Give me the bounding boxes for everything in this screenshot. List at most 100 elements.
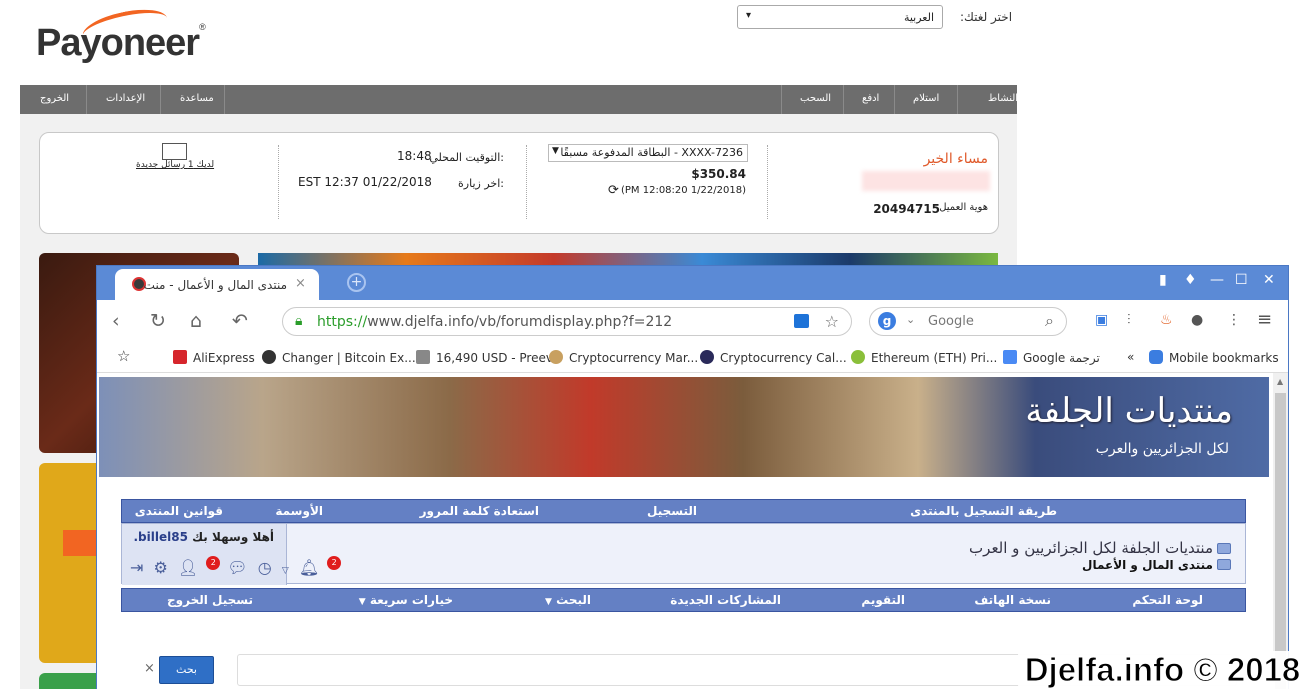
language-select-value: العربية [903, 11, 934, 24]
banner-subtitle: لكل الجزائريين والعرب [1095, 441, 1229, 457]
nav-logout[interactable]: الخروج [40, 93, 69, 104]
bookmark-crypto-calc[interactable]: Cryptocurrency Cal... [700, 350, 847, 365]
scroll-up-icon[interactable]: ▲ [1277, 377, 1283, 386]
url-protocol: https:// [317, 314, 368, 330]
bookmark-star-icon[interactable]: ☆ [825, 312, 839, 331]
breadcrumb-root[interactable]: منتديات الجلفة لكل الجزائريين و العرب [969, 539, 1231, 557]
chevron-down-icon: ▼ [552, 146, 559, 156]
crypto-market-icon [549, 350, 563, 364]
username[interactable]: billel85. [133, 530, 187, 544]
new-messages-link[interactable]: لديك 1 رسائل جديدة [136, 160, 214, 170]
language-select[interactable]: العربية ▾ [737, 5, 943, 29]
bitcoin-icon [416, 350, 430, 364]
close-window-icon[interactable]: ✕ [1263, 272, 1275, 288]
nav-help[interactable]: مساعدة [180, 93, 214, 104]
nav-medals[interactable]: الأوسمة [275, 504, 323, 518]
bookmark-mobile[interactable]: Mobile bookmarks [1149, 350, 1279, 365]
local-time-label: التوقيت المحلي: [429, 151, 504, 164]
payoneer-header: Payoneer® اختر لغتك: العربية ▾ [0, 0, 1312, 85]
promo-tile-yellow[interactable] [39, 463, 97, 663]
bell-icon[interactable]: 🔔︎ 2 [299, 556, 342, 578]
bookmark-preev[interactable]: 16,490 USD - Preev [416, 350, 553, 365]
last-visit-label: اخر زيارة: [458, 177, 504, 190]
scrollbar-thumb[interactable] [1275, 393, 1286, 689]
gear-icon[interactable]: ⚙ [154, 558, 168, 577]
payoneer-logo[interactable]: Payoneer® [36, 3, 206, 65]
chevron-down-icon: ▼ [545, 597, 552, 607]
search-button[interactable]: بحث [159, 656, 214, 684]
scrollbar[interactable]: ▲ [1273, 373, 1288, 689]
screen: Payoneer® اختر لغتك: العربية ▾ النشاط اس… [0, 0, 1312, 689]
browser-tab[interactable]: منتدى المال و الأعمال - منت × [115, 269, 319, 300]
nav-control-panel[interactable]: لوحة التحكم [1132, 593, 1203, 607]
browser-toolbar: ‹ ↻ ⌂ ↶ 🔒︎ https://www.djelfa.info/vb/fo… [97, 300, 1288, 342]
clock-icon[interactable]: ◷ [258, 558, 272, 577]
new-tab-button[interactable]: + [347, 273, 366, 292]
bookmark-ethereum[interactable]: Ethereum (ETH) Pri... [851, 350, 997, 365]
search-engine-icon[interactable]: g [878, 312, 896, 330]
back-icon[interactable]: ‹ [112, 310, 120, 332]
bookmark-crypto-market[interactable]: Cryptocurrency Mar... [549, 350, 698, 365]
bookmarks-bar: ☆ AliExpress Changer | Bitcoin Ex... 16,… [97, 342, 1288, 373]
search-icon[interactable]: ⌕ [1045, 311, 1054, 331]
nav-withdraw[interactable]: السحب [800, 93, 831, 104]
clear-search-icon[interactable]: × [144, 661, 155, 676]
shirt-icon[interactable]: ♦ [1184, 272, 1197, 288]
page-content: منتديات الجلفة لكل الجزائريين والعرب طري… [97, 373, 1288, 689]
minimize-icon[interactable]: — [1210, 272, 1224, 288]
undo-icon[interactable]: ↶ [232, 310, 248, 332]
nav-register-method[interactable]: طريقة التسجيل بالمنتدى [910, 504, 1057, 518]
bookmarks-star-icon[interactable]: ☆ [117, 347, 130, 365]
envelope-icon[interactable] [162, 143, 187, 160]
search-box[interactable]: g ⌄ Google ⌕ [869, 307, 1067, 336]
home-icon[interactable]: ⌂ [190, 310, 202, 332]
add-friend-icon[interactable]: 👤︎ 2 [178, 556, 221, 578]
hamburger-menu-icon[interactable]: ≡ [1257, 309, 1272, 330]
more-bookmarks-button[interactable]: « [1127, 350, 1134, 364]
nav-new-posts[interactable]: المشاركات الجديدة [670, 593, 781, 607]
nav-receive[interactable]: استلام [913, 93, 939, 104]
language-label: اختر لغتك: [960, 10, 1013, 24]
nav-recover-password[interactable]: استعادة كلمة المرور [420, 504, 539, 518]
forum-banner[interactable]: منتديات الجلفة لكل الجزائريين والعرب [99, 377, 1269, 477]
nav-activity[interactable]: النشاط [988, 93, 1018, 104]
translate-icon[interactable]: ▣ [1095, 312, 1108, 328]
chevron-down-icon[interactable]: ⌄ [906, 313, 915, 326]
nav-settings[interactable]: الإعدادات [106, 93, 145, 104]
folder-icon [1217, 559, 1231, 570]
nav-search[interactable]: البحث ▼ [545, 593, 591, 607]
reload-icon[interactable]: ↻ [150, 310, 166, 332]
fire-icon[interactable]: ♨ [1160, 312, 1173, 328]
logout-icon[interactable]: ⇥ [130, 558, 143, 577]
cast-icon[interactable] [794, 314, 809, 328]
pin-icon[interactable]: ▮ [1159, 272, 1167, 288]
address-bar[interactable]: 🔒︎ https://www.djelfa.info/vb/forumdispl… [282, 307, 852, 336]
nav-logout[interactable]: تسجيل الخروج [167, 593, 253, 607]
equalizer-icon[interactable]: ⫶ [1127, 312, 1131, 328]
refresh-icon[interactable]: ⟳ [608, 183, 619, 198]
extension-w-icon[interactable]: ● [1191, 312, 1203, 328]
redacted-name [862, 171, 990, 191]
browser-window: منتدى المال و الأعمال - منت × + ▮ ♦ — ☐ … [96, 265, 1289, 689]
kebab-menu-icon[interactable]: ⋮ [1227, 312, 1241, 328]
nav-quick-options[interactable]: خيارات سريعة ▼ [359, 593, 453, 607]
chevron-down-icon[interactable]: ▽ [282, 566, 289, 576]
tab-close-icon[interactable]: × [295, 276, 306, 291]
nav-mobile-version[interactable]: نسخة الهاتف [974, 593, 1051, 607]
breadcrumb-current[interactable]: منتدى المال و الأعمال [1082, 558, 1231, 572]
nav-register[interactable]: التسجيل [647, 504, 697, 518]
balance-time: (PM 12:08:20 1/22/2018) [620, 185, 746, 196]
aliexpress-icon [173, 350, 187, 364]
card-select[interactable]: البطاقة المدفوعة مسبقًا - XXXX-7236 ▼ [548, 144, 748, 162]
bookmark-google-translate[interactable]: Google ترجمة [1003, 350, 1100, 365]
nav-rules[interactable]: قوانين المنتدى [135, 504, 223, 518]
forum-bottom-nav: لوحة التحكم نسخة الهاتف التقويم المشاركا… [121, 588, 1246, 612]
lock-icon: 🔒︎ [295, 313, 303, 329]
maximize-icon[interactable]: ☐ [1235, 272, 1248, 288]
watermark: Djelfa.info © 2018 [1018, 651, 1307, 689]
bookmark-aliexpress[interactable]: AliExpress [173, 350, 255, 365]
nav-calendar[interactable]: التقويم [861, 593, 905, 607]
nav-pay[interactable]: ادفع [862, 93, 879, 104]
bookmark-changer[interactable]: Changer | Bitcoin Ex... [262, 350, 416, 365]
messages-icon[interactable]: 💬︎ [227, 558, 247, 577]
